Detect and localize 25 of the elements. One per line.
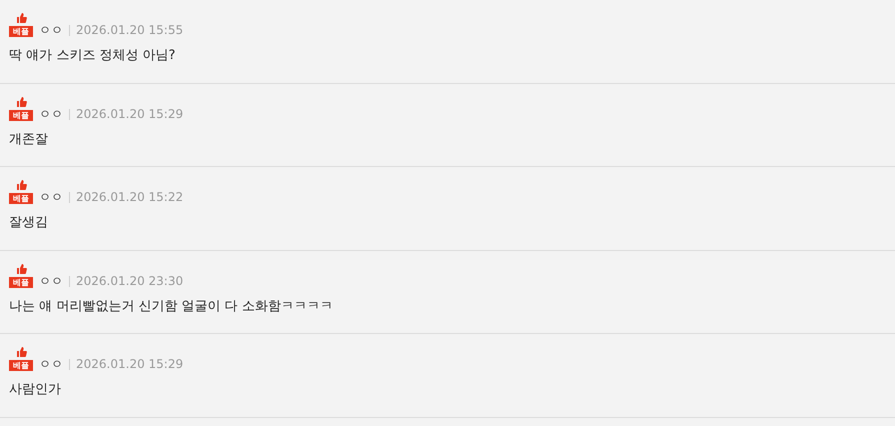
comment-text: 딱 얘가 스키즈 정체성 아님? bbox=[9, 47, 176, 65]
best-comment-badge: 베플 bbox=[9, 96, 33, 120]
author-name: ㅇㅇ bbox=[39, 23, 63, 37]
thumbs-up-icon bbox=[16, 347, 27, 357]
comment-date: 2026.01.20 23:30 bbox=[76, 274, 184, 288]
best-comment-badge: 베플 bbox=[9, 264, 33, 288]
best-comment-badge: 베플 bbox=[9, 180, 33, 204]
thumbs-up-icon bbox=[16, 180, 27, 190]
author-name: ㅇㅇ bbox=[39, 357, 63, 371]
comment-text: 나는 얘 머리빨없는거 신기함 얼굴이 다 소화함ㅋㅋㅋㅋ bbox=[9, 298, 334, 316]
best-comment-badge: 베플 bbox=[9, 13, 33, 37]
comment-date: 2026.01.20 15:29 bbox=[76, 106, 184, 120]
author-name: ㅇㅇ bbox=[39, 106, 63, 120]
author-name: ㅇㅇ bbox=[39, 274, 63, 288]
thumbs-up-icon bbox=[16, 264, 27, 274]
comment-text: 잘생김 bbox=[9, 214, 49, 232]
comment-text: 사람인가 bbox=[9, 381, 62, 399]
comment-date: 2026.01.20 15:55 bbox=[76, 23, 184, 37]
comment-date: 2026.01.20 15:29 bbox=[76, 357, 184, 371]
comment-text: 개존잘 bbox=[9, 130, 49, 148]
thumbs-up-icon bbox=[16, 13, 27, 23]
comment-date: 2026.01.20 15:22 bbox=[76, 190, 184, 204]
thumbs-up-icon bbox=[16, 96, 27, 106]
best-comment-badge: 베플 bbox=[9, 347, 33, 371]
author-name: ㅇㅇ bbox=[39, 190, 63, 204]
